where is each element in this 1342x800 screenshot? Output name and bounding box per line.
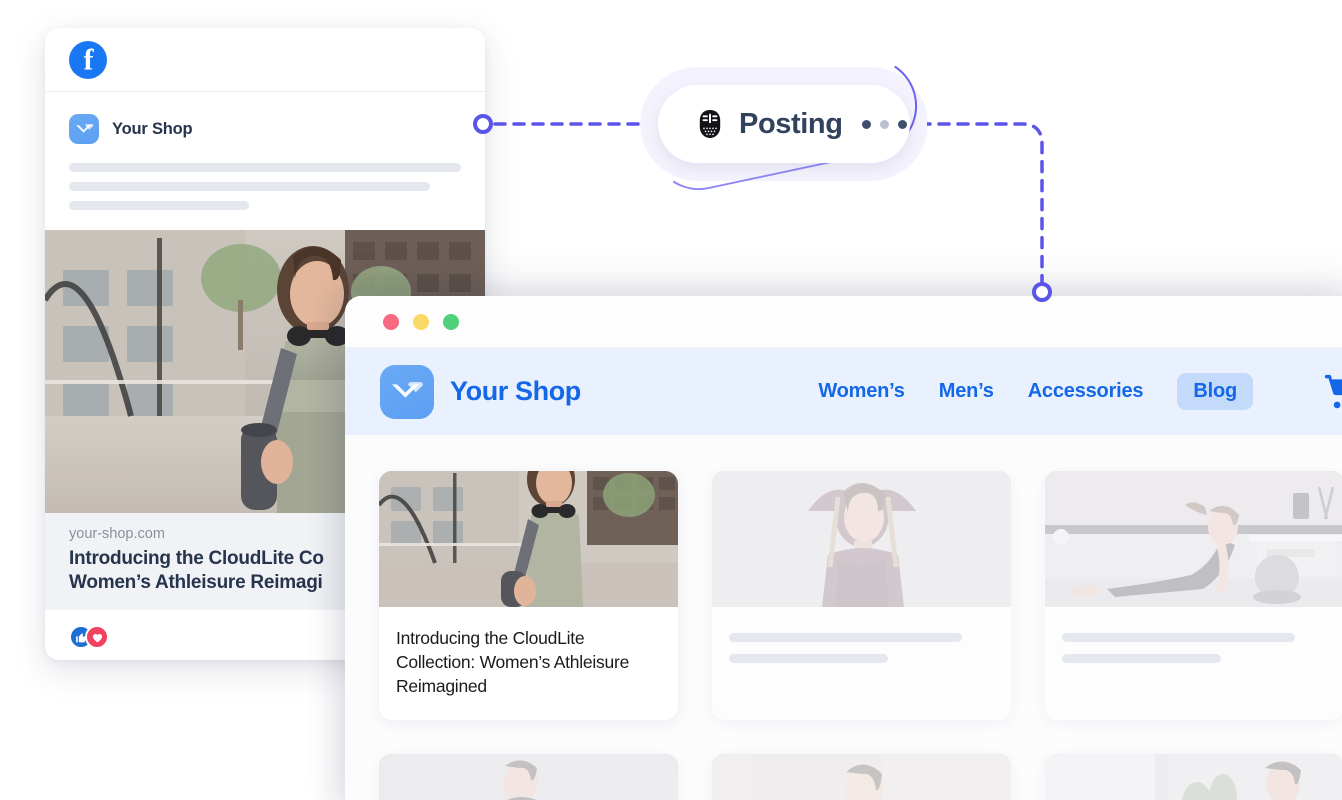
post-body-placeholder (45, 144, 485, 210)
close-button[interactable] (383, 313, 399, 330)
browser-titlebar (345, 296, 1342, 348)
placeholder-line (1062, 654, 1221, 663)
blog-card[interactable] (712, 754, 1011, 800)
blog-card-placeholder (712, 607, 1011, 685)
blog-card[interactable]: Introducing the CloudLite Collection: Wo… (379, 471, 678, 721)
facebook-card-header (45, 28, 485, 92)
blog-card[interactable] (1045, 471, 1342, 721)
blog-card-thumbnail (379, 471, 678, 607)
placeholder-line (69, 201, 250, 210)
your-shop-logo-icon (380, 364, 434, 419)
nav-link-mens[interactable]: Men’s (939, 380, 994, 403)
post-author-name: Your Shop (112, 119, 193, 138)
site-brand[interactable]: Your Shop (380, 364, 581, 419)
post-author-row: Your Shop (45, 92, 485, 144)
robot-bot-icon (699, 110, 721, 138)
placeholder-line (1062, 633, 1296, 642)
browser-window: Your Shop Women’s Men’s Accessories Blog… (345, 296, 1342, 800)
placeholder-line (729, 633, 963, 642)
screenshot-stage: Your Shop (0, 0, 1342, 800)
posting-label: Posting (739, 107, 843, 140)
blog-card-thumbnail (1045, 754, 1342, 800)
nav-links: Women’s Men’s Accessories Blog 2 (818, 371, 1342, 413)
connector-node-left (473, 114, 493, 134)
facebook-icon (69, 40, 107, 79)
blog-card-thumbnail (1045, 471, 1342, 607)
your-shop-avatar-icon (69, 114, 99, 144)
pill-inner-surface: Posting (658, 85, 910, 163)
blog-card[interactable] (712, 471, 1011, 721)
blog-card-thumbnail (379, 754, 678, 800)
heart-icon (85, 625, 109, 650)
site-brand-name: Your Shop (450, 376, 581, 406)
nav-link-blog[interactable]: Blog (1177, 373, 1253, 410)
blog-card[interactable] (379, 754, 678, 800)
blog-card-body: Introducing the CloudLite Collection: Wo… (379, 607, 678, 720)
loading-dots (861, 119, 907, 129)
minimize-button[interactable] (413, 313, 429, 330)
blog-card-title: Introducing the CloudLite Collection: Wo… (396, 628, 630, 697)
blog-card-placeholder (1045, 607, 1342, 685)
placeholder-line (69, 163, 461, 172)
blog-card[interactable] (1045, 754, 1342, 800)
site-navigation-bar: Your Shop Women’s Men’s Accessories Blog… (345, 348, 1342, 435)
maximize-button[interactable] (443, 313, 459, 330)
nav-link-accessories[interactable]: Accessories (1028, 380, 1144, 403)
shopping-cart-icon[interactable]: 2 (1321, 371, 1342, 413)
placeholder-line (69, 182, 430, 191)
placeholder-line (729, 654, 888, 663)
blog-card-thumbnail (712, 471, 1011, 607)
loading-dot-2 (879, 119, 889, 129)
loading-dot-1 (861, 119, 871, 129)
blog-card-grid: Introducing the CloudLite Collection: Wo… (345, 435, 1342, 800)
posting-status-pill: Posting (641, 48, 927, 200)
blog-card-thumbnail (712, 754, 1011, 800)
connector-node-right (1032, 282, 1052, 302)
loading-dot-3 (897, 119, 907, 129)
nav-link-womens[interactable]: Women’s (818, 380, 905, 403)
